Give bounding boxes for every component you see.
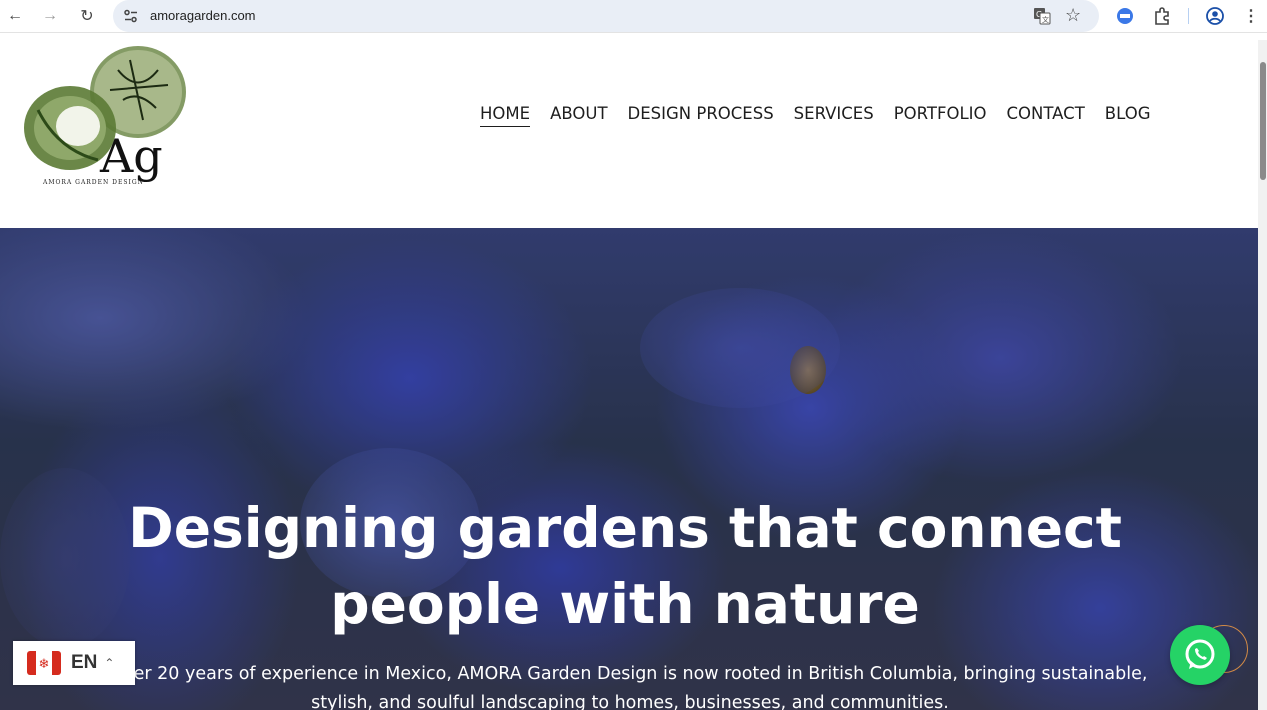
browser-toolbar: ← → ↻ amoragarden.com G 文 ☆ ⋮ <box>0 0 1267 33</box>
profile-icon[interactable] <box>1205 6 1225 26</box>
nav-about[interactable]: ABOUT <box>550 104 607 127</box>
language-code: EN <box>71 652 98 673</box>
nav-portfolio[interactable]: PORTFOLIO <box>894 104 987 127</box>
main-nav: HOME ABOUT DESIGN PROCESS SERVICES PORTF… <box>480 104 1150 127</box>
star-icon[interactable]: ☆ <box>1065 5 1081 26</box>
nav-services[interactable]: SERVICES <box>794 104 874 127</box>
hero-heading-line-1: Designing gardens that connect <box>128 496 1122 560</box>
forward-icon[interactable]: → <box>39 5 61 27</box>
nav-home[interactable]: HOME <box>480 104 531 127</box>
hero-section: Designing gardens that connect people wi… <box>0 228 1258 710</box>
reload-icon[interactable]: ↻ <box>76 5 98 27</box>
logo-monogram: Ag <box>99 129 163 183</box>
address-bar[interactable]: amoragarden.com G 文 ☆ <box>113 0 1099 32</box>
logo-caption: AMORA GARDEN DESIGN <box>42 179 144 186</box>
url-text[interactable]: amoragarden.com <box>150 8 256 23</box>
whatsapp-button[interactable] <box>1170 625 1230 685</box>
hero-heading: Designing gardens that connect people wi… <box>0 490 1250 642</box>
site-settings-icon[interactable] <box>123 8 139 24</box>
hero-description-line-2: stylish, and soulful landscaping to home… <box>311 693 949 710</box>
whatsapp-icon <box>1185 639 1215 669</box>
svg-text:文: 文 <box>1042 15 1049 24</box>
amora-garden-logo[interactable]: Ag AMORA GARDEN DESIGN <box>18 40 190 194</box>
language-switcher[interactable]: ❄ EN ⌃ <box>13 641 135 685</box>
nav-design-process[interactable]: DESIGN PROCESS <box>628 104 774 127</box>
hero-description-line-1: over 20 years of experience in Mexico, A… <box>112 664 1148 684</box>
extension-icon[interactable] <box>1115 6 1135 26</box>
toolbar-divider <box>1188 8 1189 24</box>
puzzle-icon[interactable] <box>1152 6 1172 26</box>
translate-icon[interactable]: G 文 <box>1033 7 1051 25</box>
canada-flag-icon: ❄ <box>27 651 61 675</box>
site-header: Ag AMORA GARDEN DESIGN HOME ABOUT DESIGN… <box>0 40 1258 228</box>
nav-blog[interactable]: BLOG <box>1105 104 1151 127</box>
hero-description: over 20 years of experience in Mexico, A… <box>90 660 1170 710</box>
chevron-up-icon: ⌃ <box>104 656 115 670</box>
back-icon[interactable]: ← <box>4 5 26 27</box>
hero-heading-line-2: people with nature <box>330 572 920 636</box>
menu-icon[interactable]: ⋮ <box>1240 5 1262 27</box>
nav-contact[interactable]: CONTACT <box>1007 104 1085 127</box>
scrollbar-thumb[interactable] <box>1260 62 1266 180</box>
